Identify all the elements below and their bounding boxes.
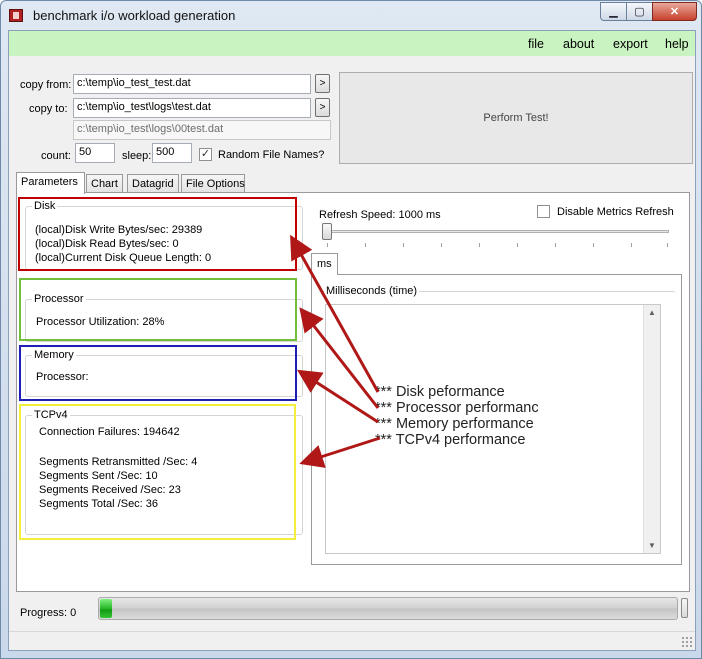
scroll-up-icon[interactable]: ▲ — [648, 308, 656, 317]
refresh-slider-track[interactable] — [323, 230, 669, 233]
slider-tick — [667, 243, 668, 247]
slider-tick — [517, 243, 518, 247]
memory-highlight-box — [19, 345, 297, 401]
window-title: benchmark i/o workload generation — [33, 8, 236, 23]
scroll-down-icon[interactable]: ▼ — [648, 541, 656, 550]
disable-refresh-label: Disable Metrics Refresh — [557, 206, 674, 218]
app-icon — [9, 9, 23, 22]
disable-refresh-checkbox[interactable] — [537, 205, 550, 218]
derived-path-field: c:\temp\io_test\logs\00test.dat — [73, 120, 331, 140]
annotation-processor: *** Processor performanc — [375, 400, 539, 416]
sleep-label: sleep: — [122, 150, 152, 162]
tab-ms[interactable]: ms — [311, 253, 338, 275]
slider-tick — [631, 243, 632, 247]
slider-tick — [441, 243, 442, 247]
slider-tick — [327, 243, 328, 247]
processor-highlight-box — [19, 278, 297, 341]
count-input[interactable]: 50 — [75, 143, 115, 163]
window-controls: ▁ ▢ ✕ — [600, 2, 697, 21]
copy-to-browse-button[interactable]: > — [315, 98, 330, 117]
tab-parameters[interactable]: Parameters — [16, 172, 85, 194]
progress-fill — [100, 599, 112, 618]
slider-tick — [479, 243, 480, 247]
maximize-button[interactable]: ▢ — [626, 2, 653, 21]
milliseconds-scrollbar[interactable]: ▲ ▼ — [643, 305, 660, 553]
title-bar[interactable]: benchmark i/o workload generation ▁ ▢ ✕ — [1, 1, 701, 31]
progress-end-cap — [681, 598, 688, 618]
copy-from-label: copy from: — [20, 79, 72, 91]
menu-about[interactable]: about — [563, 37, 594, 51]
menu-help[interactable]: help — [665, 37, 689, 51]
copy-to-label: copy to: — [29, 103, 68, 115]
annotation-memory: *** Memory performance — [375, 416, 534, 432]
slider-tick — [555, 243, 556, 247]
copy-from-input[interactable]: c:\temp\io_test_test.dat — [73, 74, 311, 94]
menu-file[interactable]: file — [528, 37, 544, 51]
resize-grip-icon[interactable] — [681, 636, 693, 648]
tab-chart[interactable]: Chart — [86, 174, 123, 193]
annotation-disk: *** Disk peformance — [375, 384, 505, 400]
perform-test-label: Perform Test! — [483, 112, 549, 124]
menu-export[interactable]: export — [613, 37, 648, 51]
slider-tick — [403, 243, 404, 247]
slider-tick — [365, 243, 366, 247]
sleep-input[interactable]: 500 — [152, 143, 192, 163]
status-bar — [9, 631, 695, 650]
progress-bar — [98, 597, 678, 620]
disk-highlight-box — [18, 197, 297, 271]
menu-bar: file about export help — [9, 31, 695, 56]
refresh-speed-label: Refresh Speed: 1000 ms — [319, 209, 441, 221]
copy-to-input[interactable]: c:\temp\io_test\logs\test.dat — [73, 98, 311, 118]
refresh-slider-thumb[interactable] — [322, 223, 332, 240]
tcp-highlight-box — [19, 404, 296, 540]
progress-label: Progress: 0 — [20, 607, 77, 619]
tab-file-options[interactable]: File Options — [181, 174, 245, 193]
slider-tick — [593, 243, 594, 247]
perform-test-button[interactable]: Perform Test! — [339, 72, 693, 164]
random-names-label: Random File Names? — [218, 149, 325, 161]
minimize-button[interactable]: ▁ — [600, 2, 627, 21]
annotation-tcp: *** TCPv4 performance — [375, 432, 526, 448]
tab-datagrid[interactable]: Datagrid — [127, 174, 179, 193]
count-label: count: — [41, 150, 71, 162]
milliseconds-group-title: Milliseconds (time) — [324, 285, 420, 297]
copy-from-browse-button[interactable]: > — [315, 74, 330, 93]
random-names-checkbox[interactable]: ✓ — [199, 148, 212, 161]
close-button[interactable]: ✕ — [652, 2, 697, 21]
